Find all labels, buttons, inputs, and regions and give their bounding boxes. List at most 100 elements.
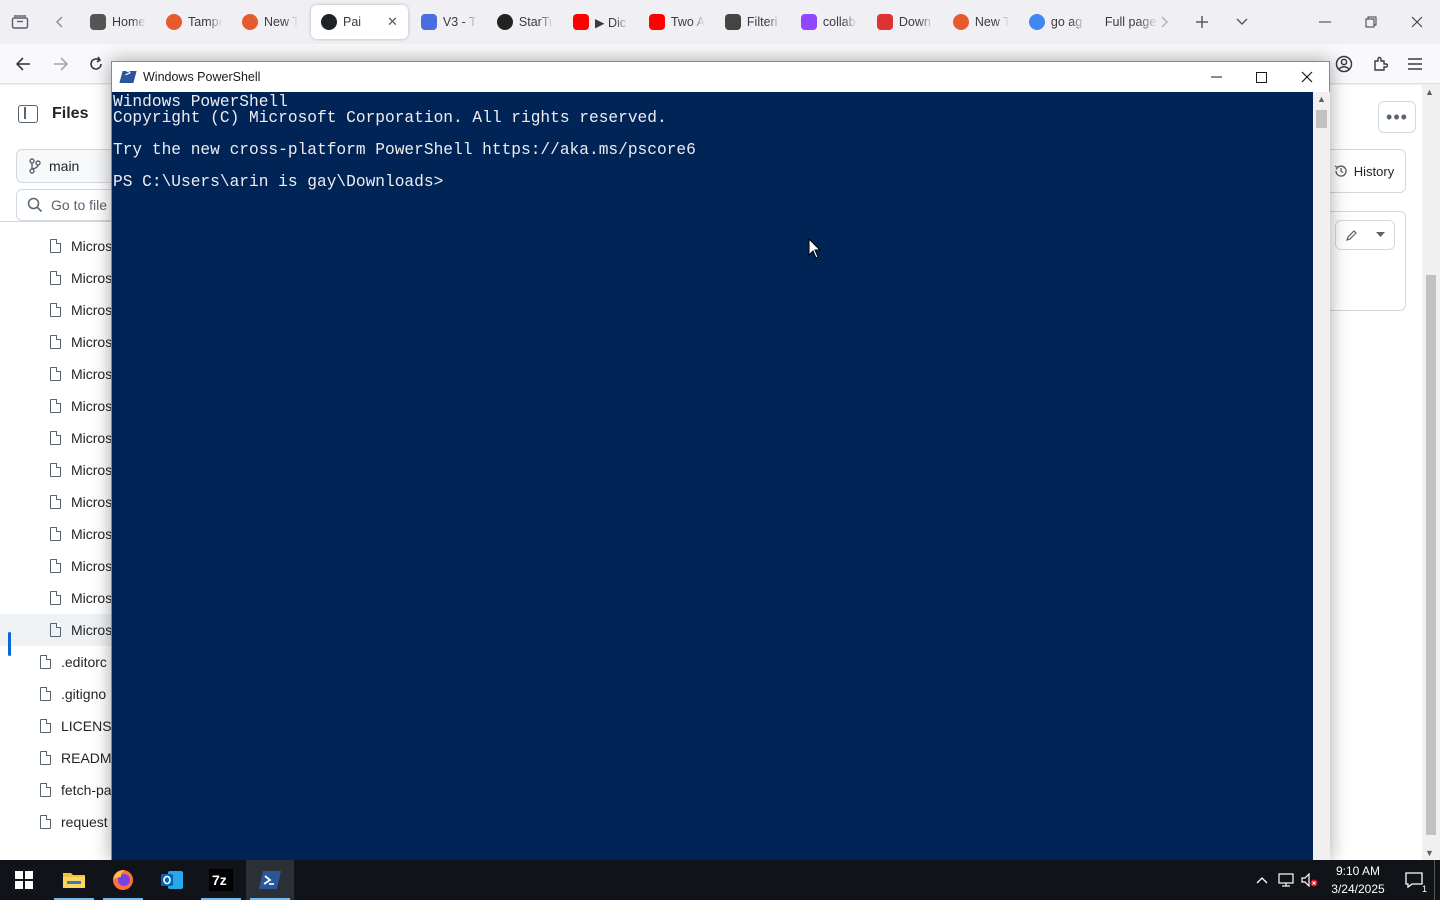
firefox-favicon-icon [952, 14, 969, 30]
show-desktop-button[interactable] [1434, 860, 1440, 900]
browser-tab[interactable]: Filteri [715, 5, 791, 39]
browser-tab[interactable]: StarTu [487, 5, 563, 39]
network-icon[interactable] [1274, 873, 1298, 887]
volume-muted-icon[interactable] [1298, 873, 1322, 887]
file-icon [50, 303, 61, 317]
browser-tab[interactable]: V3 - T [411, 5, 487, 39]
star-favicon-icon [496, 14, 513, 30]
browser-tab[interactable]: New T [943, 5, 1019, 39]
browser-tab[interactable]: Tampermonkey [156, 5, 232, 39]
outlook-mail-icon[interactable] [148, 860, 196, 900]
list-all-tabs-chevron-icon[interactable] [1222, 0, 1262, 44]
console-output-line: Copyright (C) Microsoft Corporation. All… [113, 109, 667, 127]
extensions-puzzle-icon[interactable] [1367, 52, 1393, 76]
file-name: Micros [71, 494, 113, 510]
browser-tab[interactable]: collab [791, 5, 867, 39]
branch-selector-button[interactable]: main [16, 149, 126, 183]
browser-tab[interactable]: Down [867, 5, 943, 39]
browser-tab[interactable]: Pai ✕ [311, 5, 408, 39]
browser-tab-label: StarTu [518, 15, 553, 29]
browser-tab-label: Filteri [746, 15, 778, 29]
file-icon [50, 335, 61, 349]
account-icon[interactable] [1331, 52, 1357, 76]
page-scrollbar[interactable]: ▲ ▼ [1422, 85, 1440, 860]
file-name: Micros [71, 366, 113, 382]
reload-icon[interactable] [83, 52, 109, 76]
more-options-ellipsis-icon[interactable]: ••• [1378, 101, 1416, 133]
browser-close-icon[interactable] [1394, 0, 1440, 44]
forward-arrow-icon[interactable] [48, 52, 74, 76]
scroll-down-arrow-icon[interactable]: ▼ [1425, 848, 1434, 858]
close-tab-icon[interactable]: ✕ [387, 14, 398, 30]
file-icon [50, 463, 61, 477]
file-name: Micros [71, 526, 113, 542]
seven-zip-icon[interactable]: 7z [197, 860, 245, 900]
file-icon [40, 751, 51, 765]
go-to-file-input[interactable]: Go to file [16, 189, 126, 221]
taskbar-clock[interactable]: 9:10 AM 3/24/2025 [1322, 862, 1394, 898]
file-name: .gitigno [61, 686, 107, 702]
start-windows-icon[interactable] [0, 860, 48, 900]
file-name: .editorc [61, 654, 107, 670]
console-scroll-up-arrow-icon[interactable]: ▲ [1317, 94, 1326, 104]
browser-tab[interactable]: ▶ Dic [563, 5, 639, 39]
powershell-close-icon[interactable] [1284, 62, 1330, 92]
powershell-console[interactable]: Windows PowerShell Copyright (C) Microsof… [112, 92, 1313, 862]
browser-tab[interactable]: go ag [1019, 5, 1095, 39]
powershell-window: Windows PowerShell Windows PowerShellCop… [111, 61, 1330, 862]
file-icon [50, 527, 61, 541]
windows-taskbar: 7z 9:10 AM 3/24/2025 1 [0, 860, 1440, 900]
browser-tab-label: New T [974, 15, 1009, 29]
file-name: Micros [71, 558, 113, 574]
browser-tab[interactable]: New Tab [232, 5, 308, 39]
browser-tab[interactable]: Home [80, 5, 156, 39]
file-icon [50, 271, 61, 285]
powershell-titlebar[interactable]: Windows PowerShell [112, 62, 1329, 92]
show-hidden-icons-chevron-icon[interactable] [1250, 876, 1274, 884]
browser-tab[interactable]: Two A [639, 5, 715, 39]
file-explorer-folder-icon[interactable] [50, 860, 98, 900]
file-icon [40, 719, 51, 733]
youtube-favicon-icon [648, 14, 665, 30]
file-icon [40, 687, 51, 701]
collapse-sidebar-icon[interactable] [18, 105, 38, 123]
go-to-file-placeholder: Go to file [51, 197, 108, 213]
browser-tab-label: Down [898, 15, 931, 29]
history-label: History [1353, 163, 1395, 179]
console-scrollbar-thumb[interactable] [1316, 110, 1327, 128]
history-clock-icon [1334, 165, 1347, 177]
firefox-browser-icon[interactable] [99, 860, 147, 900]
tab-overview-icon[interactable] [0, 0, 40, 44]
google-docs-favicon-icon [420, 14, 437, 30]
file-icon [40, 815, 51, 829]
pencil-icon[interactable] [1345, 229, 1358, 242]
powershell-maximize-icon[interactable] [1238, 62, 1284, 92]
scroll-up-arrow-icon[interactable]: ▲ [1425, 87, 1434, 97]
git-branch-icon [29, 158, 41, 174]
history-button[interactable]: History [1322, 149, 1406, 193]
powershell-taskbar-icon[interactable] [246, 860, 294, 900]
browser-tab-label: Home [112, 15, 146, 29]
firefox-favicon-icon [166, 14, 182, 30]
hamburger-menu-icon[interactable] [1402, 52, 1428, 76]
system-tray: 9:10 AM 3/24/2025 1 [1250, 860, 1440, 900]
new-tab-plus-icon[interactable] [1182, 0, 1222, 44]
browser-tab-label: Tampermonkey [188, 15, 222, 29]
browser-minimize-icon[interactable] [1302, 0, 1348, 44]
scroll-tabs-right-icon[interactable] [1144, 0, 1184, 44]
scroll-tabs-left-icon[interactable] [40, 0, 80, 44]
page-scrollbar-thumb[interactable] [1426, 275, 1436, 835]
back-arrow-icon[interactable] [10, 52, 36, 76]
console-scrollbar[interactable]: ▲ [1313, 92, 1330, 862]
files-title: Files [52, 105, 89, 122]
action-center-notifications-icon[interactable]: 1 [1394, 872, 1434, 894]
edit-dropdown-caret-icon[interactable] [1376, 232, 1385, 238]
browser-tab-label: Pai [343, 15, 362, 29]
browser-tab-label: ▶ Dic [594, 15, 627, 30]
browser-restore-icon[interactable] [1348, 0, 1394, 44]
powershell-minimize-icon[interactable] [1193, 62, 1239, 92]
file-name: Micros [71, 398, 113, 414]
sixtyfour-favicon-icon [876, 14, 893, 30]
powershell-app-icon[interactable] [119, 71, 137, 83]
